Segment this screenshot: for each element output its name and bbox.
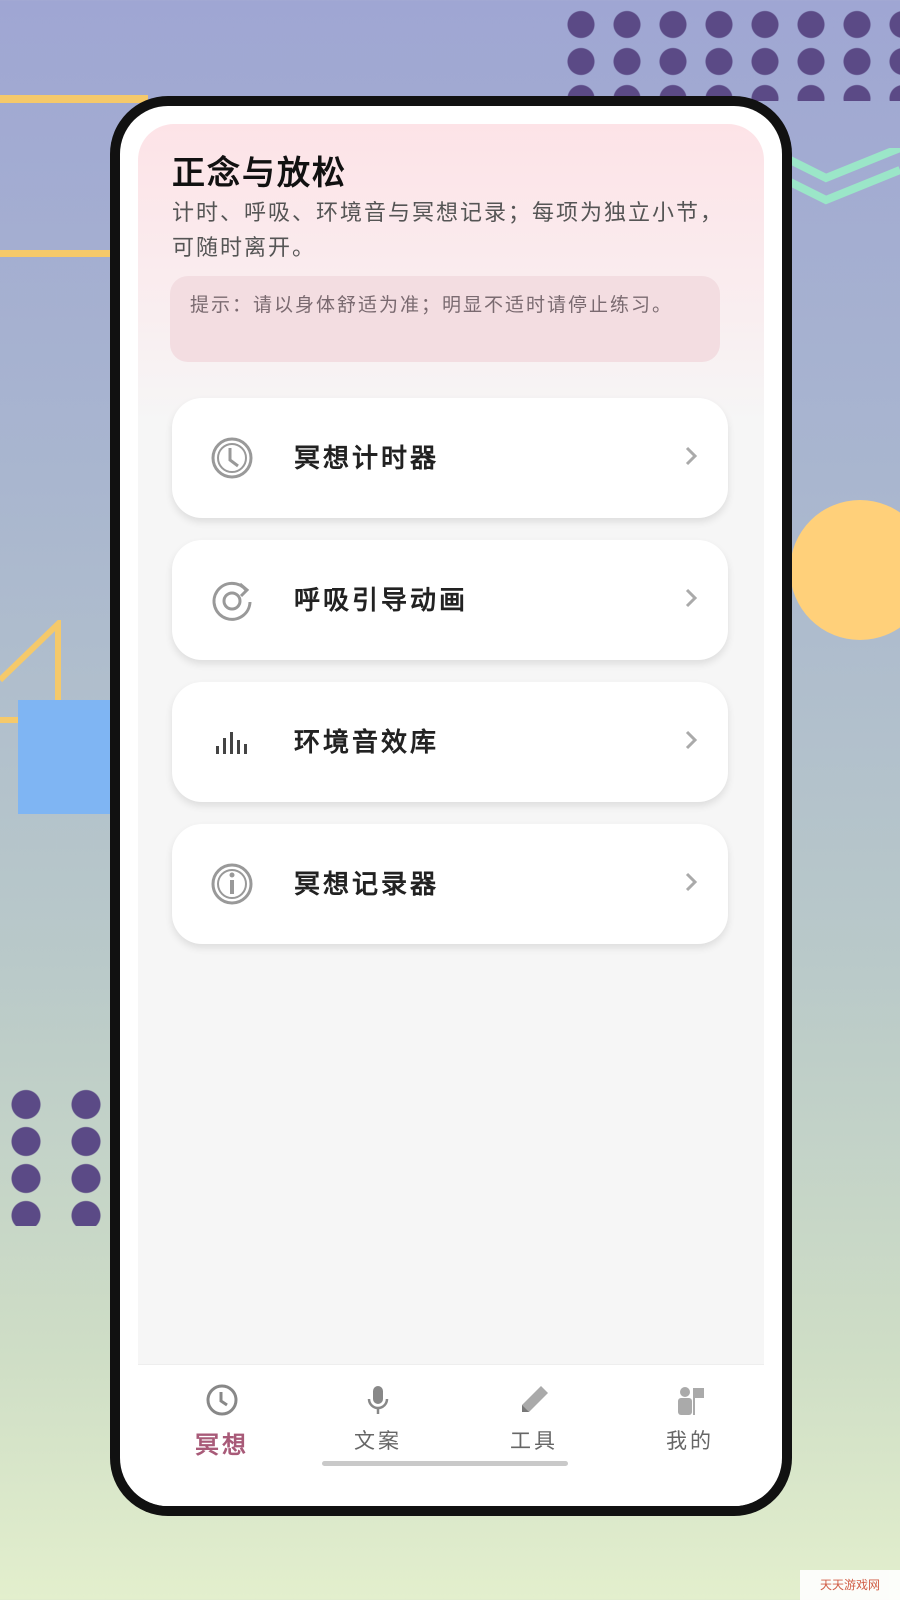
feature-label: 冥想记录器	[294, 870, 440, 900]
feature-card-breathing[interactable]: 呼吸引导动画	[172, 540, 728, 660]
refresh-icon	[212, 581, 252, 621]
chevron-right-icon	[685, 446, 698, 466]
phone-screen: 正念与放松 计时、呼吸、环境音与冥想记录；每项为独立小节，可随时离开。 提示：请…	[120, 106, 782, 1506]
feature-card-journal[interactable]: 冥想记录器	[172, 824, 728, 944]
decorative-zigzag	[786, 148, 900, 205]
info-icon	[211, 863, 253, 905]
chevron-right-icon	[685, 588, 698, 608]
tab-label: 我的	[666, 1429, 714, 1453]
decorative-line	[0, 95, 148, 103]
feature-label: 环境音效库	[294, 728, 440, 758]
tab-label: 文案	[354, 1429, 402, 1453]
feature-label: 冥想计时器	[294, 444, 440, 474]
decorative-square	[18, 700, 114, 814]
decorative-dots-bottom	[0, 1086, 112, 1226]
decorative-circle	[790, 500, 900, 640]
clock-icon	[206, 1384, 238, 1416]
tab-tools[interactable]: 工具	[474, 1383, 594, 1473]
phone-frame: 正念与放松 计时、呼吸、环境音与冥想记录；每项为独立小节，可随时离开。 提示：请…	[110, 96, 792, 1516]
tip-banner: 提示：请以身体舒适为准；明显不适时请停止练习。	[170, 276, 720, 362]
tab-copywriting[interactable]: 文案	[318, 1383, 438, 1473]
decorative-dots-top	[558, 6, 900, 101]
page-subtitle: 计时、呼吸、环境音与冥想记录；每项为独立小节，可随时离开。	[172, 201, 725, 261]
chevron-right-icon	[685, 872, 698, 892]
user-icon	[678, 1387, 704, 1415]
watermark: 天天游戏网	[800, 1570, 900, 1600]
feature-card-timer[interactable]: 冥想计时器	[172, 398, 728, 518]
home-indicator[interactable]	[322, 1461, 568, 1466]
microphone-icon	[367, 1386, 389, 1414]
bottom-tab-bar: 冥想 文案 工具 我的	[138, 1364, 764, 1506]
page-title: 正念与放松	[172, 153, 347, 192]
meditation-page: 正念与放松 计时、呼吸、环境音与冥想记录；每项为独立小节，可随时离开。 提示：请…	[138, 124, 764, 1490]
feature-card-ambient-sound[interactable]: 环境音效库	[172, 682, 728, 802]
sound-bars-icon	[216, 732, 247, 754]
feature-list: 冥想计时器 呼吸引导动画 环境音效库 冥想记录器	[172, 398, 728, 966]
tab-label: 冥想	[195, 1430, 249, 1459]
tab-label: 工具	[510, 1429, 558, 1453]
tab-meditation[interactable]: 冥想	[162, 1383, 282, 1473]
decorative-line	[0, 250, 112, 257]
clock-icon	[211, 437, 253, 479]
feature-label: 呼吸引导动画	[294, 586, 469, 616]
tab-profile[interactable]: 我的	[630, 1383, 750, 1473]
chevron-right-icon	[685, 730, 698, 750]
pencil-icon	[522, 1386, 548, 1412]
